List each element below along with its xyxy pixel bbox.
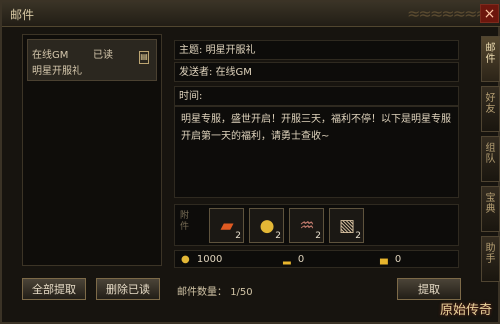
game-logo: 原始传奇: [439, 303, 492, 318]
attachment-slot[interactable]: ♒ 2: [289, 208, 324, 243]
extract-all-button[interactable]: 全部提取: [22, 278, 86, 300]
time-field: 时间:: [174, 86, 459, 106]
tab-mail[interactable]: 邮件: [481, 36, 500, 82]
mail-list: 在线GM 已读 明星开服礼 ▤: [22, 34, 162, 266]
mail-window: 邮件 ≈≈≈≈≈≈≈ × 在线GM 已读 明星开服礼 ▤ 全部提取 删除已读 主…: [0, 0, 500, 324]
title-bar: 邮件 ≈≈≈≈≈≈≈ ×: [2, 2, 500, 27]
mail-icon: ▤: [139, 51, 149, 64]
tab-team[interactable]: 组队: [481, 136, 500, 182]
tab-guide[interactable]: 宝典: [481, 186, 500, 232]
gold-value: ● 1000: [181, 254, 223, 265]
yuanbao-value: ▂ 0: [283, 254, 305, 265]
sender-field: 发送者: 在线GM: [174, 62, 459, 82]
subject-field: 主题: 明星开服礼: [174, 40, 459, 60]
subject-label: 主题:: [179, 45, 203, 56]
mail-list-item[interactable]: 在线GM 已读 明星开服礼 ▤: [27, 39, 157, 81]
delete-read-button[interactable]: 删除已读: [96, 278, 160, 300]
bound-yuanbao-value: ▄ 0: [380, 254, 402, 265]
attachment-label: 附件: [180, 211, 190, 232]
attachment-count: 2: [355, 231, 361, 241]
take-button[interactable]: 提取: [397, 278, 461, 300]
tab-friends[interactable]: 好友: [481, 86, 500, 132]
mail-sender: 在线GM: [32, 50, 69, 61]
mail-count: 邮件数量： 1/50: [177, 283, 253, 298]
mail-count-value: 1/50: [230, 287, 253, 298]
mail-content: 明星专服，盛世开启！开服三天，福利不停！以下是明星专服开启第一天的福利，请勇士查…: [174, 106, 459, 198]
gold-pile-icon: ▄: [380, 254, 388, 265]
close-button[interactable]: ×: [480, 4, 499, 23]
attachment-count: 2: [315, 231, 321, 241]
window-title: 邮件: [10, 8, 35, 22]
attachment-slot[interactable]: ▧ 2: [329, 208, 364, 243]
attachment-count: 2: [275, 231, 281, 241]
gold-coin-icon: ●: [181, 254, 190, 265]
time-label: 时间:: [179, 91, 203, 102]
ingot-icon: ▂: [283, 254, 291, 265]
currency-row: ● 1000 ▂ 0 ▄ 0: [174, 250, 459, 268]
mail-subject: 明星开服礼: [32, 66, 82, 77]
attachment-slot[interactable]: ▰ 2: [209, 208, 244, 243]
tab-assistant[interactable]: 助手: [481, 236, 500, 282]
sender-value: 在线GM: [215, 67, 252, 78]
subject-value: 明星开服礼: [205, 45, 256, 56]
mail-read-status: 已读: [93, 50, 113, 61]
attachment-slot[interactable]: ● 2: [249, 208, 284, 243]
attachment-count: 2: [235, 231, 241, 241]
mail-count-label: 邮件数量：: [177, 287, 227, 298]
sender-label: 发送者:: [179, 67, 213, 78]
attachment-panel: 附件 ▰ 2 ● 2 ♒ 2 ▧ 2: [174, 204, 459, 246]
